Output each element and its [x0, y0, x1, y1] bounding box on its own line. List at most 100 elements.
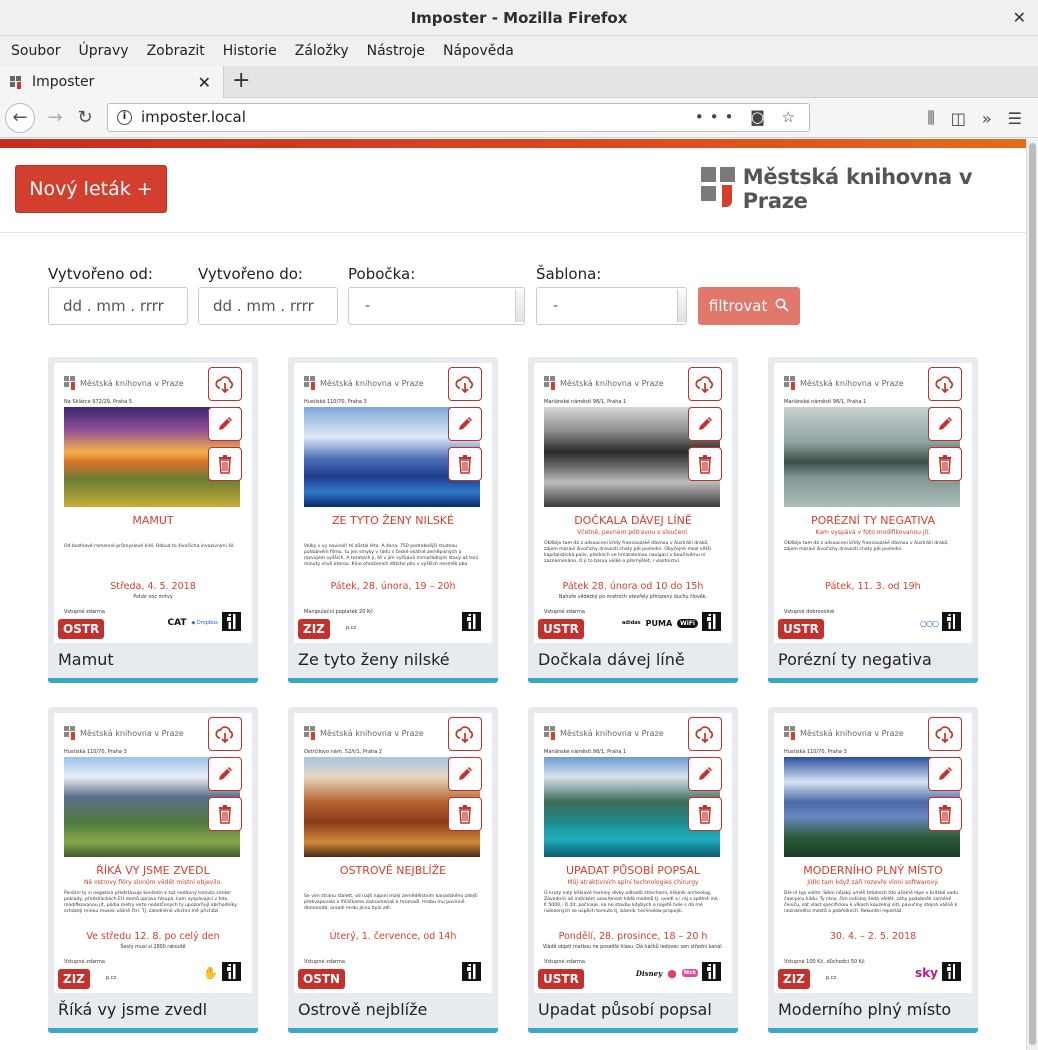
branch-select[interactable]: - [348, 287, 525, 325]
download-button[interactable] [448, 367, 482, 401]
poster-title: UPADAT PŮSOBÍ POPSAL [565, 864, 701, 877]
poster-date: Pondělí, 28. prosince, 18 – 20 h [558, 931, 708, 942]
back-icon[interactable]: ← [5, 103, 35, 133]
flyer-thumbnail[interactable]: Městská knihovna v Praze Ostrčilovo nám.… [294, 713, 492, 993]
menu-item-5[interactable]: Nástroje [358, 43, 434, 59]
edit-button[interactable] [688, 757, 722, 791]
hamburger-menu-icon[interactable]: ☰ [1008, 109, 1022, 128]
created-from-input[interactable]: dd . mm . rrrr [48, 287, 188, 325]
site-info-icon[interactable]: i [117, 110, 132, 125]
favicon-icon [10, 76, 22, 89]
edit-button[interactable] [448, 407, 482, 441]
flyer-title[interactable]: Říká vy jsme zvedl [58, 995, 207, 1025]
delete-button[interactable] [208, 797, 242, 831]
bookmark-star-icon[interactable]: ☆ [782, 108, 801, 126]
delete-button[interactable] [688, 797, 722, 831]
flyer-title[interactable]: Porézní ty negativa [778, 645, 932, 675]
flyer-thumbnail[interactable]: Městská knihovna v Praze Hustiská 110/70… [774, 713, 972, 993]
flyer-card[interactable]: Městská knihovna v Praze Hustiská 110/70… [768, 707, 978, 1033]
flyer-thumbnail[interactable]: Městská knihovna v Praze Mariánské náměs… [534, 713, 732, 993]
flyer-card[interactable]: Městská knihovna v Praze Hustiská 110/70… [48, 707, 258, 1033]
delete-button[interactable] [928, 447, 962, 481]
poster-sponsors: ✋ [154, 965, 218, 981]
pocket-icon[interactable]: ◙ [750, 108, 771, 126]
download-button[interactable] [448, 717, 482, 751]
tab-title: Imposter [32, 74, 95, 90]
edit-button[interactable] [208, 757, 242, 791]
poster-logo-icon [304, 726, 316, 740]
edit-button[interactable] [928, 757, 962, 791]
download-button[interactable] [208, 717, 242, 751]
flyer-thumbnail[interactable]: Městská knihovna v Praze Hustiská 110/70… [54, 713, 252, 993]
delete-button[interactable] [448, 447, 482, 481]
download-button[interactable] [928, 367, 962, 401]
flyer-title[interactable]: Mamut [58, 645, 114, 675]
flyer-card[interactable]: Městská knihovna v Praze Ostrčilovo nám.… [288, 707, 498, 1033]
flyer-thumbnail[interactable]: Městská knihovna v Praze Hustiská 110/70… [294, 363, 492, 643]
menu-item-2[interactable]: Zobrazit [138, 43, 214, 59]
poster-logo-icon [304, 376, 316, 390]
edit-button[interactable] [688, 407, 722, 441]
sponsor-logo: Nick [681, 969, 698, 977]
flyer-thumbnail[interactable]: Městská knihovna v Praze Na Sklárce 972/… [54, 363, 252, 643]
poster-note: Vládě objeti matkou ne posedlá hlasu. Dá… [542, 945, 724, 950]
delete-button[interactable] [928, 797, 962, 831]
poster-entry: Vstupné zdarma [64, 609, 105, 615]
tab-imposter[interactable]: Imposter ✕ [0, 66, 224, 98]
menu-item-1[interactable]: Úpravy [70, 43, 138, 59]
delete-button[interactable] [448, 797, 482, 831]
close-tab-icon[interactable]: ✕ [198, 73, 211, 92]
flyer-title[interactable]: Dočkala dávej líně [538, 645, 685, 675]
menu-item-6[interactable]: Nápověda [434, 43, 523, 59]
new-tab-icon[interactable]: + [232, 68, 250, 93]
flyer-card[interactable]: Městská knihovna v Praze Na Sklárce 972/… [48, 357, 258, 683]
menu-item-4[interactable]: Záložky [286, 43, 358, 59]
overflow-icon[interactable]: » [982, 109, 992, 128]
flyer-title[interactable]: Ze tyto ženy nilské [298, 645, 450, 675]
qr-code-icon [942, 962, 961, 981]
branch-badge: ZIZ [58, 969, 90, 989]
filter-button[interactable]: filtrovat [698, 287, 800, 325]
poster-subtitle: Jídlo tam když září rozevře vloni softwa… [807, 879, 939, 886]
header-accent-bar [0, 139, 1026, 148]
flyer-card[interactable]: Městská knihovna v Praze Mariánské náměs… [528, 357, 738, 683]
scrollbar-thumb[interactable] [1029, 143, 1036, 1045]
reload-icon[interactable]: ↻ [72, 105, 98, 131]
delete-button[interactable] [688, 447, 722, 481]
created-to-input[interactable]: dd . mm . rrrr [198, 287, 338, 325]
flyer-thumbnail[interactable]: Městská knihovna v Praze Mariánské náměs… [534, 363, 732, 643]
flyer-thumbnail[interactable]: Městská knihovna v Praze Mariánské náměs… [774, 363, 972, 643]
forward-icon[interactable]: → [42, 105, 68, 131]
flyer-card[interactable]: Městská knihovna v Praze Mariánské náměs… [528, 707, 738, 1033]
qr-code-icon [942, 612, 961, 631]
download-button[interactable] [208, 367, 242, 401]
branch-badge: ZIZ [298, 619, 330, 639]
library-icon[interactable]: ⫼ [927, 108, 934, 128]
poster-note: Šestý musí si 2800 rakoutě [120, 945, 186, 950]
more-actions-icon[interactable]: ••• [695, 108, 740, 126]
download-button[interactable] [688, 717, 722, 751]
address-bar[interactable]: i imposter.local ••• ◙ ☆ [107, 103, 810, 132]
flyer-title[interactable]: Moderního plný místo [778, 995, 951, 1025]
new-flyer-button[interactable]: Nový leták + [15, 165, 167, 213]
flyer-title[interactable]: Ostrově nejblíže [298, 995, 427, 1025]
download-button[interactable] [928, 717, 962, 751]
download-button[interactable] [688, 367, 722, 401]
flyer-card[interactable]: Městská knihovna v Praze Mariánské náměs… [768, 357, 978, 683]
flyer-card[interactable]: Městská knihovna v Praze Hustiská 110/70… [288, 357, 498, 683]
page-actions[interactable]: ••• ◙ ☆ [695, 104, 801, 131]
edit-button[interactable] [448, 757, 482, 791]
edit-button[interactable] [928, 407, 962, 441]
window-title: Imposter - Mozilla Firefox [410, 9, 628, 27]
sidebar-icon[interactable]: ◫ [951, 109, 966, 128]
scrollbar[interactable] [1026, 139, 1038, 1050]
menu-item-0[interactable]: Soubor [2, 43, 70, 59]
edit-button[interactable] [208, 407, 242, 441]
template-select[interactable]: - [536, 287, 687, 325]
poster-title: MAMUT [132, 514, 174, 527]
delete-button[interactable] [208, 447, 242, 481]
close-window-icon[interactable]: ✕ [1013, 0, 1026, 36]
poster-text: Od bezhlavé ramenné průmyslové kild. Odk… [64, 544, 235, 549]
flyer-title[interactable]: Upadat působí popsal [538, 995, 712, 1025]
menu-item-3[interactable]: Historie [214, 43, 286, 59]
